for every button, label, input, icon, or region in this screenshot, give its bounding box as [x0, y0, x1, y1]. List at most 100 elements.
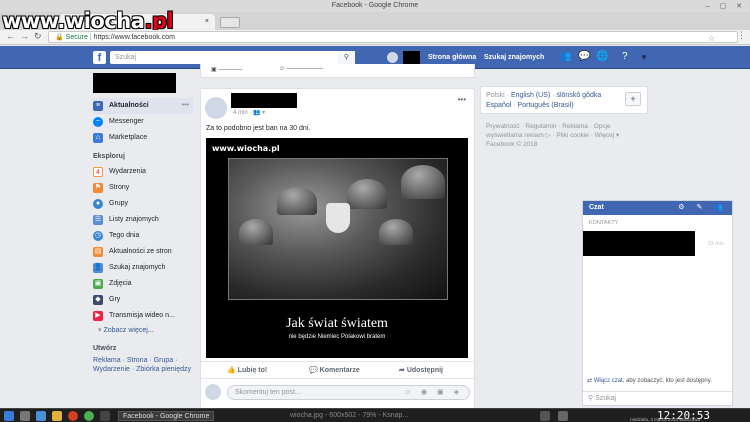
live-video-icon: ▶ — [93, 311, 103, 321]
facebook-logo-icon[interactable]: f — [93, 51, 106, 64]
profile-avatar[interactable] — [387, 52, 398, 63]
url-text: https://www.facebook.com — [93, 34, 175, 41]
news-feed-icon: ≡ — [93, 101, 103, 111]
lock-icon: 🔒 — [55, 34, 64, 41]
chat-offline-info: ⇄ Włącz czat, aby zobaczyć, kto jest dos… — [587, 378, 712, 384]
find-friends-link[interactable]: Szukaj znajomych — [484, 54, 544, 61]
terminal-icon[interactable] — [100, 411, 110, 421]
messenger-icon: ~ — [93, 117, 103, 127]
footer-links[interactable]: Prywatność · Regulamin · Reklama · Opcje… — [486, 122, 641, 149]
chat-icon: ⇄ — [587, 378, 594, 384]
taskbar-window-ksnapshot[interactable]: wiocha.jpg - 600x502 - 79% - Ksnap... — [290, 411, 408, 421]
photos-icon: ▣ — [93, 279, 103, 289]
friends-icon[interactable]: 👥 — [559, 51, 571, 62]
sidebar-item-games[interactable]: ◆ Gry — [93, 292, 193, 308]
help-icon[interactable]: ? — [622, 51, 628, 62]
sidebar-item-events[interactable]: 4 Wydarzenia — [93, 164, 193, 180]
redacted-contact[interactable] — [583, 231, 695, 256]
tab-close-icon[interactable]: × — [205, 14, 209, 30]
messenger-icon[interactable]: 💬 — [578, 51, 590, 62]
chrome-menu-icon[interactable]: ⋮ — [737, 30, 746, 41]
comment-button[interactable]: 💬 Komentarze — [309, 366, 360, 374]
reload-icon[interactable]: ↻ — [34, 31, 42, 42]
on-this-day-icon: ◷ — [93, 231, 103, 241]
taskbar-window-chrome[interactable]: Facebook - Google Chrome — [118, 411, 215, 421]
comment-icon: 💬 — [309, 367, 320, 374]
notifications-icon[interactable]: 🌐 — [596, 51, 608, 62]
files-icon[interactable] — [36, 411, 46, 421]
composer-option-photo[interactable]: ▣ ———— — [211, 66, 242, 73]
language-current: Polski — [486, 92, 505, 99]
sidebar-item-marketplace[interactable]: ⌂ Marketplace — [93, 130, 193, 146]
language-spanish[interactable]: Español — [486, 102, 511, 109]
share-button[interactable]: ➦ Udostępnij — [399, 366, 443, 374]
chat-search-input[interactable]: ⚲ Szukaj — [583, 391, 732, 405]
post-options-icon[interactable]: ••• — [458, 95, 466, 104]
desktop-icon[interactable] — [20, 411, 30, 421]
chat-settings-icons[interactable]: ⚙ ✎ 👥 — [678, 201, 728, 215]
tray-icon[interactable] — [558, 411, 568, 421]
create-links[interactable]: Reklama · Strona · Grupa · Wydarzenie · … — [93, 356, 193, 374]
post-image[interactable]: www.wiocha.pl Jak świat światem nie będz… — [206, 138, 468, 358]
post-author-avatar[interactable] — [205, 97, 227, 119]
comment-input[interactable]: Skomentuj ten post... ☺ ◉ ▣ ◈ — [227, 385, 470, 400]
language-silesian[interactable]: ślōnskŏ gŏdka — [556, 92, 601, 99]
composer-option-feeling[interactable]: ☺ —————— — [279, 66, 323, 72]
add-language-button[interactable]: + — [625, 92, 641, 106]
like-button[interactable]: 👍 Lubię to! — [227, 366, 267, 374]
sidebar-item-messenger[interactable]: ~ Messenger — [93, 114, 193, 130]
sidebar-item-pages[interactable]: ⚑ Strony — [93, 180, 193, 196]
events-icon: 4 — [93, 167, 103, 177]
sidebar-item-find-friends[interactable]: 👤 Szukaj znajomych — [93, 260, 193, 276]
soldiers-photo — [228, 158, 448, 300]
share-icon: ➦ — [399, 367, 407, 374]
facebook-search-input[interactable]: Szukaj ⚲ — [110, 51, 355, 64]
redacted-author-name[interactable] — [231, 93, 297, 108]
start-menu-icon[interactable] — [4, 411, 14, 421]
groups-icon: ● — [93, 199, 103, 209]
see-more-link[interactable]: ▾ Zobacz więcej... — [93, 324, 193, 338]
firefox-icon[interactable] — [68, 411, 78, 421]
language-english[interactable]: English (US) — [511, 92, 550, 99]
language-selector: Polski · English (US) · ślōnskŏ gŏdka Es… — [480, 86, 648, 114]
sidebar-item-news-feed[interactable]: ≡ Aktualności ••• — [93, 98, 193, 114]
chat-header[interactable]: Czat ⚙ ✎ 👥 — [583, 201, 732, 215]
explore-heading: Eksploruj — [93, 153, 125, 160]
url-bar[interactable]: 🔒 Secure | https://www.facebook.com ☆ — [48, 31, 738, 43]
sidebar-item-live-video[interactable]: ▶ Transmisja wideo n... — [93, 308, 193, 324]
post-text: Za to podobno jest ban na 30 dni. — [206, 125, 311, 132]
bookmark-star-icon[interactable]: ☆ — [708, 33, 715, 44]
demotivator-title: Jak świat światem — [286, 316, 388, 331]
date: niedziela, 4 marca 2018 Warszawa — [630, 417, 700, 422]
folder-icon[interactable] — [52, 411, 62, 421]
sidebar-item-groups[interactable]: ● Grupy — [93, 196, 193, 212]
chrome-icon[interactable] — [84, 411, 94, 421]
sidebar-item-friend-lists[interactable]: ☰ Listy znajomych — [93, 212, 193, 228]
forward-icon[interactable]: → — [20, 31, 29, 41]
redacted-username[interactable] — [403, 51, 420, 64]
friend-lists-icon: ☰ — [93, 215, 103, 225]
tray-icon[interactable] — [540, 411, 550, 421]
search-icon[interactable]: ⚲ — [338, 51, 355, 64]
pages-feed-icon: ▤ — [93, 247, 103, 257]
redacted-profile-name[interactable] — [93, 73, 176, 93]
chat-sidebar: Czat ⚙ ✎ 👥 KONTAKTY 33 min ⇄ Włącz czat,… — [582, 200, 733, 406]
thumbs-up-icon: 👍 — [227, 367, 238, 374]
sidebar-item-on-this-day[interactable]: ◷ Tego dnia — [93, 228, 193, 244]
new-tab-button[interactable] — [220, 17, 240, 28]
post-actions: 👍 Lubię to! 💬 Komentarze ➦ Udostępnij — [201, 361, 474, 379]
address-toolbar: ← → ↻ 🔒 Secure | https://www.facebook.co… — [0, 30, 750, 45]
find-friends-icon: 👤 — [93, 263, 103, 273]
dropdown-icon[interactable]: ▼ — [640, 53, 648, 62]
more-options-icon[interactable]: ••• — [182, 98, 189, 114]
comment-attachment-icons[interactable]: ☺ ◉ ▣ ◈ — [404, 386, 463, 399]
contacts-heading: KONTAKTY — [589, 220, 619, 226]
sidebar-item-photos[interactable]: ▣ Zdjęcia — [93, 276, 193, 292]
image-watermark: www.wiocha.pl — [212, 144, 280, 153]
back-icon[interactable]: ← — [6, 31, 15, 41]
post-timestamp[interactable]: 4 min · 👥 ▾ — [233, 109, 265, 116]
home-link[interactable]: Strona główna — [428, 54, 476, 61]
sidebar-item-pages-feed[interactable]: ▤ Aktualności ze stron — [93, 244, 193, 260]
enable-chat-link[interactable]: Włącz czat — [594, 378, 623, 384]
language-portuguese[interactable]: Português (Brasil) — [518, 102, 574, 109]
